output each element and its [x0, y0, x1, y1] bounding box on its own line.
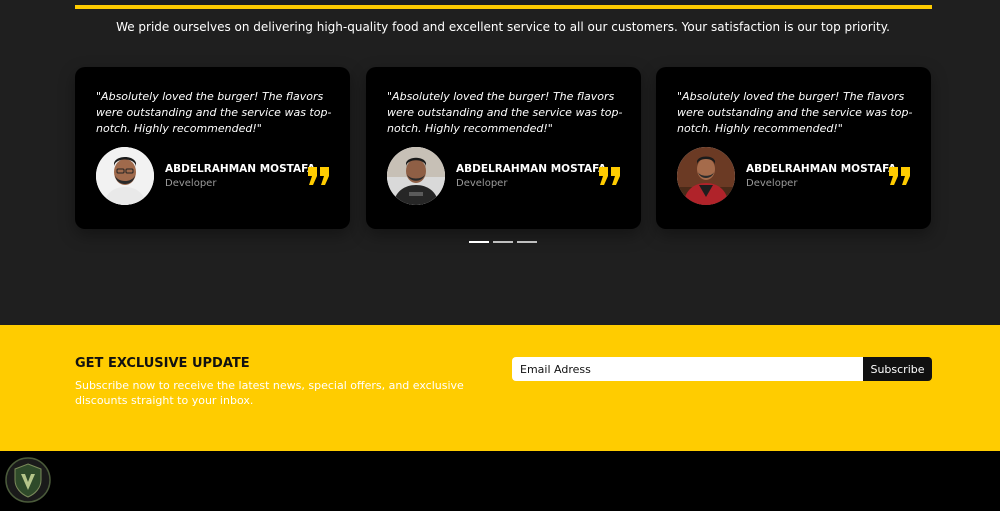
quote-icon [308, 167, 329, 185]
top-accent-bar [75, 5, 932, 9]
testimonial-name: ABDELRAHMAN MOSTAFA [456, 163, 607, 175]
testimonial-card: "Absolutely loved the burger! The flavor… [75, 67, 350, 229]
newsletter-title: GET EXCLUSIVE UPDATE [75, 356, 250, 371]
testimonial-role: Developer [746, 178, 798, 189]
testimonial-quote: "Absolutely loved the burger! The flavor… [677, 90, 913, 135]
testimonial-quote: "Absolutely loved the burger! The flavor… [96, 90, 332, 135]
footer [0, 451, 1000, 511]
quote-icon [599, 167, 620, 185]
quote-icon [889, 167, 910, 185]
testimonial-carousel: "Absolutely loved the burger! The flavor… [75, 67, 932, 229]
testimonial-name: ABDELRAHMAN MOSTAFA [746, 163, 897, 175]
carousel-pagination [469, 241, 539, 245]
testimonial-card: "Absolutely loved the burger! The flavor… [366, 67, 641, 229]
newsletter-section: GET EXCLUSIVE UPDATE Subscribe now to re… [0, 325, 1000, 451]
testimonial-quote: "Absolutely loved the burger! The flavor… [387, 90, 623, 135]
carousel-dot-2[interactable] [493, 241, 513, 243]
avatar [677, 147, 735, 205]
carousel-dot-1[interactable] [469, 241, 489, 243]
testimonial-role: Developer [165, 178, 217, 189]
avatar [387, 147, 445, 205]
subscribe-button[interactable]: Subscribe [863, 357, 932, 381]
carousel-dot-3[interactable] [517, 241, 537, 243]
testimonial-name: ABDELRAHMAN MOSTAFA [165, 163, 316, 175]
intro-text: We pride ourselves on delivering high-qu… [116, 20, 890, 34]
newsletter-description: Subscribe now to receive the latest news… [75, 379, 464, 407]
avatar [96, 147, 154, 205]
testimonial-card: "Absolutely loved the burger! The flavor… [656, 67, 931, 229]
email-input[interactable] [512, 357, 864, 381]
shield-logo-icon[interactable] [4, 456, 52, 504]
testimonial-role: Developer [456, 178, 508, 189]
